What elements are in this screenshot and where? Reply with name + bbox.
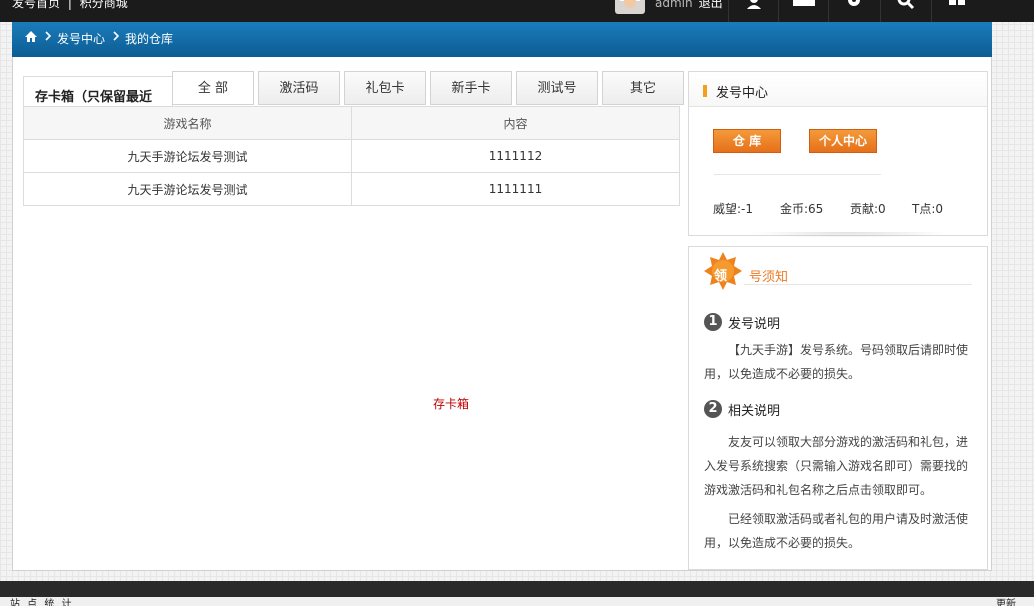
section-title-related: 相关说明 <box>728 404 781 419</box>
mail-icon-button[interactable] <box>778 0 828 22</box>
grid-icon <box>948 0 965 5</box>
footer-right-text[interactable]: 更新 <box>996 597 1016 606</box>
settings-icon-button[interactable] <box>828 0 878 22</box>
issue-center-panel: 发号中心 仓 库 个人中心 威望:-1 金币:65 贡献:0 T点:0 <box>688 71 988 238</box>
tab-all[interactable]: 全 部 <box>172 71 254 105</box>
logout-link[interactable]: 退出 <box>699 0 723 10</box>
card-box: 存卡箱（只保留最近 全 部 激活码 礼包卡 新手卡 测试号 其它 游戏名称 内容… <box>23 71 684 206</box>
table-header-row: 游戏名称 内容 <box>23 106 680 140</box>
tab-activation-code[interactable]: 激活码 <box>258 71 340 105</box>
section-title-issue: 发号说明 <box>728 317 781 332</box>
warehouse-button[interactable]: 仓 库 <box>713 129 781 153</box>
stat-prestige: 威望:-1 <box>713 202 754 216</box>
cell-game: 九天手游论坛发号测试 <box>23 139 352 173</box>
section-paragraph: 友友可以领取大部分游戏的激活码和礼包，进入发号系统搜索（只需输入游戏名即可）需要… <box>704 435 969 497</box>
site-home-link[interactable]: 发号首页 <box>12 0 60 10</box>
section-paragraph: 【九天手游】发号系统。号码领取后请即时使用，以免造成不必要的损失。 <box>704 343 969 381</box>
tab-newbie-card[interactable]: 新手卡 <box>430 71 512 105</box>
step-number-2: 2 <box>704 400 722 418</box>
header-accent-bar <box>703 85 707 97</box>
card-box-label: 存卡箱 <box>433 397 470 411</box>
link-separator: | <box>67 0 72 10</box>
divider <box>714 174 881 175</box>
home-icon[interactable] <box>24 30 38 43</box>
column-header-game: 游戏名称 <box>23 106 352 140</box>
card-table: 游戏名称 内容 九天手游论坛发号测试 1111112 九天手游论坛发号测试 11… <box>23 106 680 206</box>
main-panel: 存卡箱（只保留最近 全 部 激活码 礼包卡 新手卡 测试号 其它 游戏名称 内容… <box>12 57 992 571</box>
step-number-1: 1 <box>704 313 722 331</box>
stat-gold: 金币:65 <box>780 202 824 216</box>
status-bar: 站 点 统 计 更新 <box>0 597 1034 606</box>
search-icon-button[interactable] <box>880 0 930 22</box>
chevron-right-icon <box>45 31 51 41</box>
username[interactable]: admin <box>655 0 693 10</box>
panel-title: 发号中心 <box>716 86 769 101</box>
badge-text: 领 <box>714 269 728 284</box>
tab-other[interactable]: 其它 <box>602 71 684 105</box>
footer-left-text: 站 点 统 计 <box>10 599 74 606</box>
panel-header: 发号中心 <box>689 72 987 107</box>
cell-game: 九天手游论坛发号测试 <box>23 172 352 206</box>
stat-contribution: 贡献:0 <box>850 202 886 216</box>
tab-test-account[interactable]: 测试号 <box>516 71 598 105</box>
breadcrumb-item-warehouse[interactable]: 我的仓库 <box>125 30 173 47</box>
mail-icon <box>792 0 815 6</box>
personal-center-button[interactable]: 个人中心 <box>809 129 877 153</box>
breadcrumb: 发号中心 我的仓库 <box>12 22 992 57</box>
cell-content[interactable]: 1111111 <box>351 172 680 206</box>
stat-tpoints: T点:0 <box>912 202 944 216</box>
gear-icon <box>847 0 860 6</box>
tab-gift-card[interactable]: 礼包卡 <box>344 71 426 105</box>
user-icon-button[interactable] <box>728 0 778 22</box>
site-links: 发号首页 | 积分商城 <box>12 0 132 11</box>
notice-panel: 领 号须知 1 发号说明 【九天手游】发号系统。号码领取后请即时使用，以免造成不… <box>688 246 988 570</box>
column-header-content: 内容 <box>351 106 680 140</box>
user-info: admin 退出 <box>655 0 723 11</box>
chevron-right-icon <box>113 31 119 41</box>
user-icon <box>746 0 761 9</box>
top-nav-bar: 发号首页 | 积分商城 admin 退出 <box>0 0 1034 22</box>
card-box-title: 存卡箱（只保留最近 <box>23 76 173 106</box>
section-paragraph: 已经领取激活码或者礼包的用户请及时激活使用，以免造成不必要的损失。 <box>704 512 969 550</box>
footer-bar <box>0 581 1034 597</box>
user-avatar[interactable] <box>615 0 645 14</box>
points-mall-link[interactable]: 积分商城 <box>80 0 128 10</box>
apps-icon-button[interactable] <box>931 0 981 22</box>
breadcrumb-item-center[interactable]: 发号中心 <box>57 30 105 47</box>
table-row: 九天手游论坛发号测试 1111111 <box>23 172 680 206</box>
cell-content[interactable]: 1111112 <box>351 139 680 173</box>
search-icon <box>897 0 914 10</box>
notice-title: 号须知 <box>749 270 789 285</box>
table-row: 九天手游论坛发号测试 1111112 <box>23 139 680 173</box>
